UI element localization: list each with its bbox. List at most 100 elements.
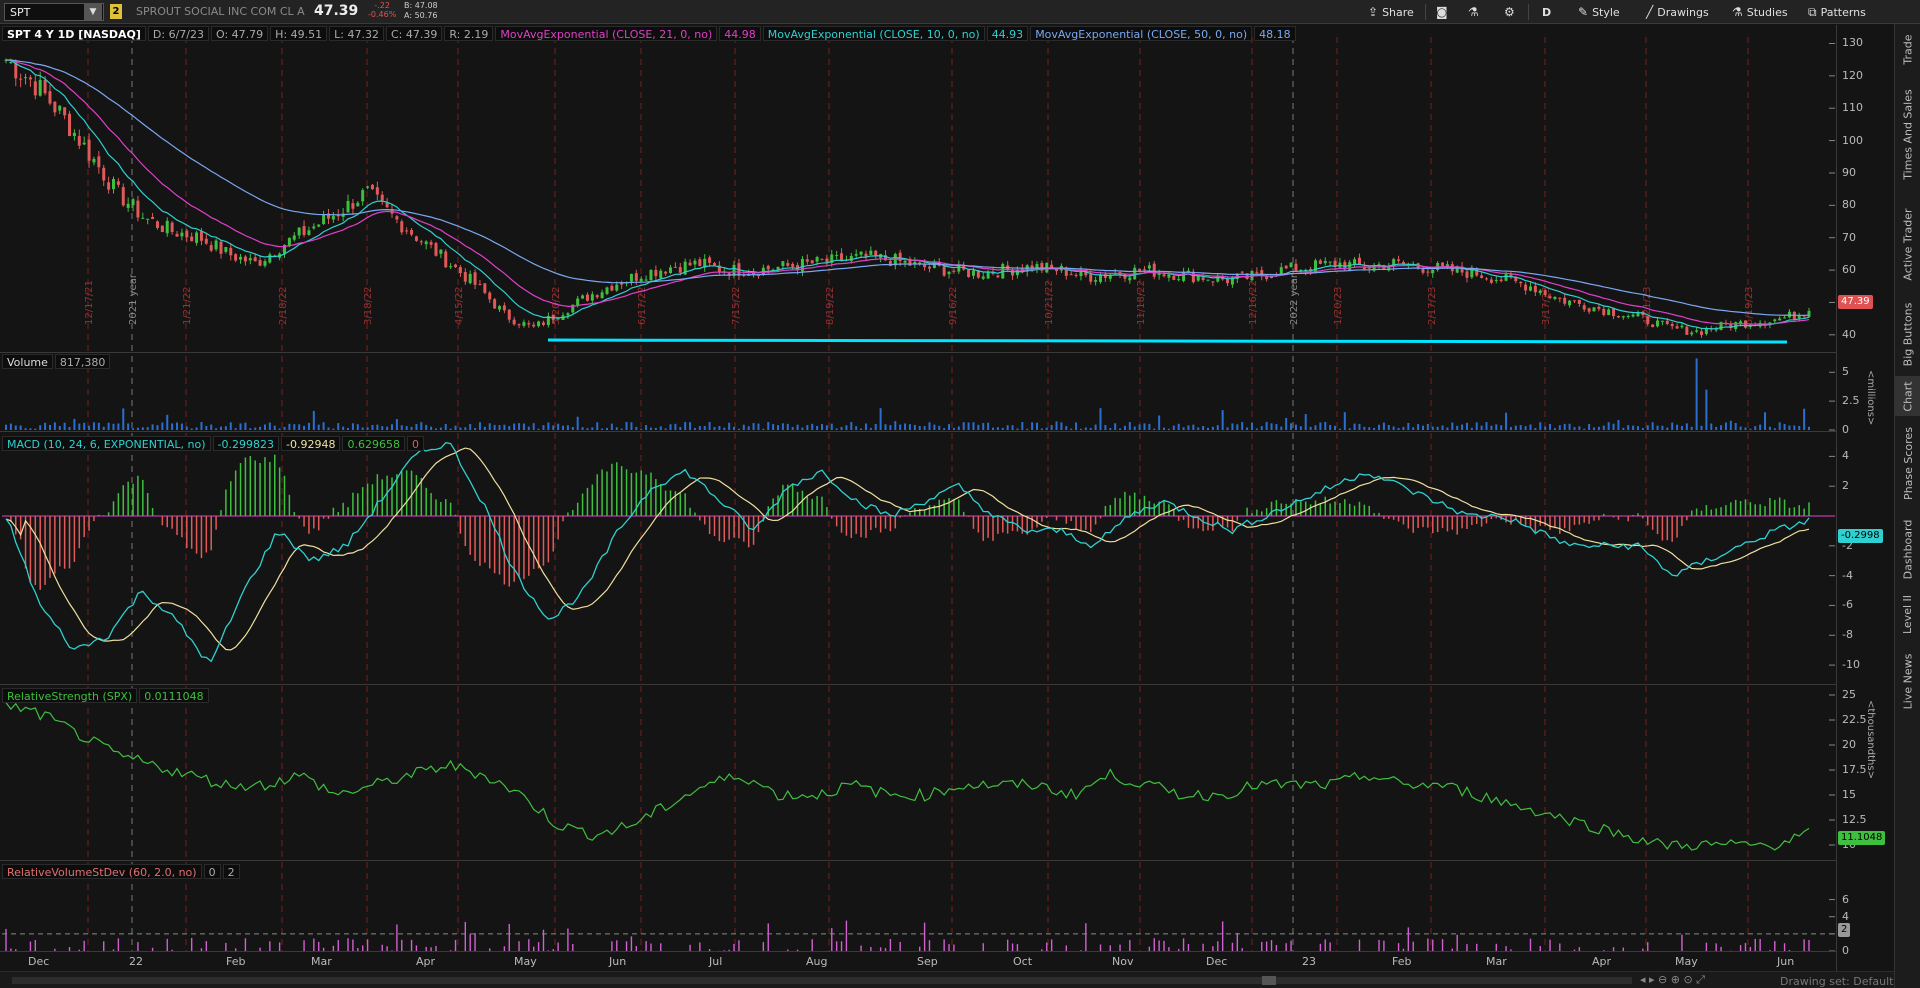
volume-bar [1187,425,1190,430]
candle-body [1328,261,1332,263]
lab-button[interactable]: ⚗ [1462,2,1485,22]
volume-bar [1016,428,1019,430]
rvsd-label[interactable]: RelativeVolumeStDev (60, 2.0, no) [2,864,202,879]
scroll-track[interactable] [12,977,1632,984]
candle-body [1294,263,1298,272]
volume-bar [1255,428,1258,430]
ohlc-range: R: 2.19 [444,26,494,41]
macd-label[interactable]: MACD (10, 24, 6, EXPONENTIAL, no) [2,436,211,451]
chart-scrollbar[interactable]: ◂ ▸ ⊖ ⊕ ⊙ ⤢ Drawing set: Default [0,971,1894,988]
tab-label: Chart [1901,380,1915,412]
drawings-button[interactable]: ╱ Drawings [1640,2,1715,22]
candle-body [537,321,541,327]
volume-bar [210,424,213,430]
macd-tick: 2 [1842,479,1849,493]
share-button[interactable]: ⇪ Share [1362,2,1420,22]
candle-body [1568,300,1572,306]
ema10-label[interactable]: MovAvgExponential (CLOSE, 10, 0, no) [762,26,985,41]
period-marker-label: 11/18/22 [1136,280,1147,325]
tab-trade[interactable]: Trade [1895,28,1920,70]
candle-body [1206,279,1210,281]
chart-canvas[interactable]: 12/17/21 2021 year 1/21/22 2/18/22 3/18/22 4/… [0,25,1836,951]
tab-label: Live News [1901,653,1915,709]
candle-body [478,284,482,286]
tab-times-and-sales[interactable]: Times And Sales [1895,74,1920,194]
volume-label[interactable]: Volume [2,354,53,369]
tab-big-buttons[interactable]: Big Buttons [1895,294,1920,374]
bid-price: B: 47.08 [404,1,438,10]
relative-strength-line [5,702,1810,851]
scroll-thumb[interactable] [1262,976,1276,985]
volume-bar [1441,425,1444,430]
symbol-dropdown-icon[interactable]: ▼ [84,4,102,20]
candle-body [1778,318,1782,321]
ema50-label[interactable]: MovAvgExponential (CLOSE, 50, 0, no) [1030,26,1253,41]
volume-bar [576,416,579,430]
volume-bar [259,426,262,430]
ema21-label[interactable]: MovAvgExponential (CLOSE, 21, 0, no) [495,26,718,41]
volume-bar [92,422,95,430]
link-group-badge[interactable]: 2 [110,4,122,19]
candle-body [160,225,164,233]
volume-bar [1021,421,1024,430]
volume-bar [1788,425,1791,430]
volume-bar [1729,420,1732,430]
candle-body [419,241,423,243]
volume-bar [674,423,677,430]
aggregation-button[interactable]: D [1536,2,1557,22]
tab-level-ii[interactable]: Level II [1895,584,1920,644]
candle-body [356,202,360,207]
candle-body [1533,285,1537,293]
tab-phase-scores[interactable]: Phase Scores [1895,418,1920,508]
volume-bar [1558,425,1561,430]
volume-bar [1632,425,1635,430]
time-axis[interactable]: Dec 22 Feb Mar Apr May Jun Jul Aug Sep Oct Nov Dec 23… [0,951,1836,971]
volume-bar [1026,428,1029,430]
tab-chart[interactable]: Chart [1895,376,1920,416]
candle-body [600,292,604,299]
price-tick: 110 [1842,101,1863,115]
volume-bar [356,424,359,430]
style-button[interactable]: ✎ Style [1572,2,1626,22]
volume-bar [1651,422,1654,430]
candle-body [1226,278,1230,284]
volume-bar [669,424,672,430]
candle-body [1807,310,1811,317]
volume-bar [1065,426,1068,430]
candle-body [14,62,18,79]
candle-body [297,227,301,236]
volume-bar [249,428,252,430]
candle-body [1147,265,1151,269]
volume-bar [1089,427,1092,430]
candle-body [1485,278,1489,280]
time-axis-label: Sep [917,955,938,968]
volume-bar [601,428,604,430]
candle-body [43,79,47,94]
candle-body [1700,331,1704,335]
tab-active-trader[interactable]: Active Trader [1895,196,1920,292]
macd-tick: -6 [1842,598,1853,612]
settings-button[interactable]: ⚙ [1498,2,1521,22]
snapshot-button[interactable]: ◙ [1430,2,1454,22]
drawing-set[interactable]: Drawing set: Default [1780,975,1893,988]
tab-dashboard[interactable]: Dashboard [1895,508,1920,590]
volume-bar [327,427,330,430]
volume-bar [391,424,394,430]
macd-diff: 0.629658 [342,436,405,451]
tab-live-news[interactable]: Live News [1895,644,1920,718]
volume-bar [127,423,130,430]
studies-button[interactable]: ⚗ Studies [1726,2,1794,22]
candle-body [532,324,536,327]
macd-tick: -10 [1842,658,1860,672]
volume-bar [322,422,325,430]
patterns-button[interactable]: ⧉ Patterns [1802,2,1872,22]
price-tick: 90 [1842,165,1856,179]
volume-bar [474,428,477,430]
volume-bar [1348,428,1351,430]
ohlc-close: C: 47.39 [385,26,443,41]
zoom-controls[interactable]: ◂ ▸ ⊖ ⊕ ⊙ ⤢ [1640,973,1705,987]
rs-label[interactable]: RelativeStrength (SPX) [2,688,138,703]
rs-unit: <thousandths> [1865,700,1876,779]
candle-body [63,107,67,116]
candle-body [126,203,130,208]
